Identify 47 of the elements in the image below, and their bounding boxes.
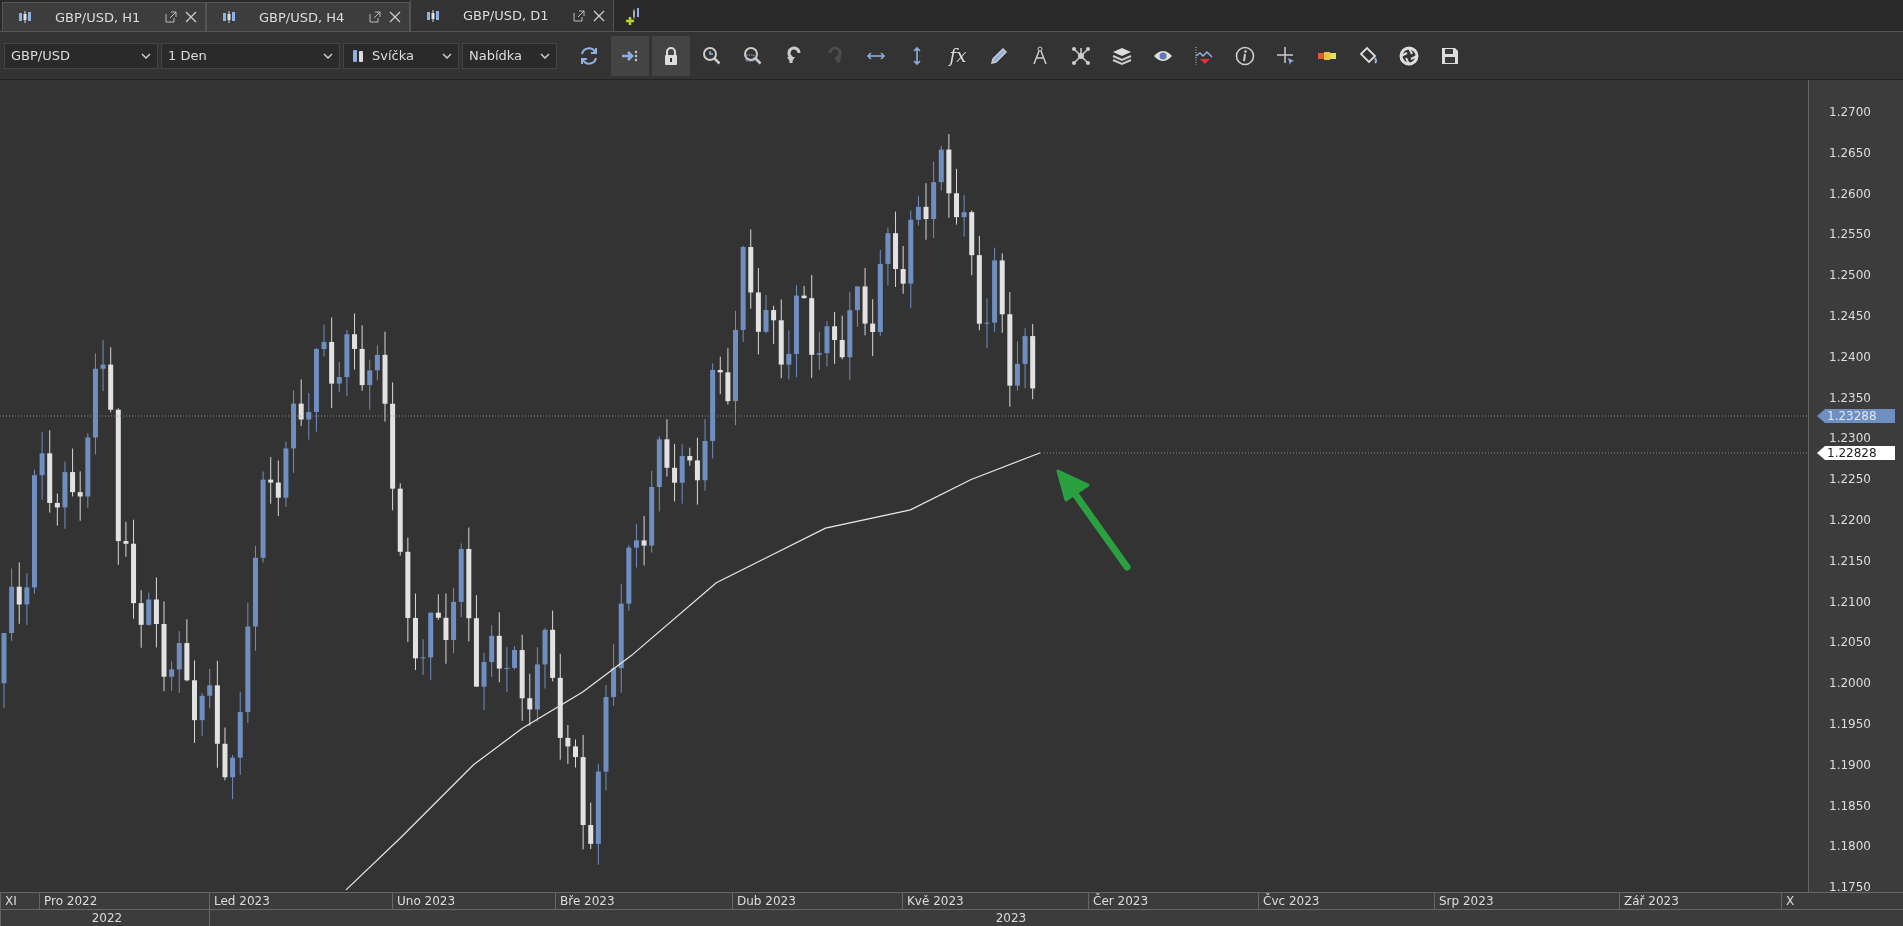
month-label: XI	[0, 893, 39, 909]
tab-label: GBP/USD, D1	[463, 8, 550, 23]
chart-tab[interactable]: GBP/USD, H1	[2, 2, 206, 31]
function-button[interactable]: fx	[939, 35, 977, 76]
chart-tab[interactable]: GBP/USD, H4	[206, 2, 410, 31]
month-label: Led 2023	[209, 893, 392, 909]
chart-type-dropdown[interactable]: Svíčka	[343, 42, 459, 69]
bid-price-label: 1.23288	[1817, 409, 1895, 423]
tab-label: GBP/USD, H4	[259, 9, 346, 25]
price-tick-label: 1.2650	[1829, 145, 1871, 160]
price-tick-label: 1.2000	[1829, 676, 1871, 691]
price-tick-label: 1.2450	[1829, 309, 1871, 323]
month-label: Pro 2022	[39, 893, 209, 909]
price-tick-label: 1.1850	[1829, 798, 1871, 813]
price-tick-label: 1.1900	[1829, 757, 1871, 772]
month-label: Kvě 2023	[902, 893, 1088, 909]
chart-tab[interactable]: GBP/USD, D1	[410, 0, 614, 31]
price-tick-label: 1.2300	[1829, 431, 1871, 446]
tab-label: GBP/USD, H1	[55, 9, 142, 25]
price-tick-label: 1.2700	[1829, 105, 1871, 119]
price-tick-label: 1.2150	[1829, 553, 1871, 568]
price-tick-label: 1.1750	[1829, 880, 1871, 895]
price-tick-label: 1.2050	[1829, 635, 1871, 650]
price-source-dropdown[interactable]: Nabídka	[462, 42, 557, 69]
timeframe-dropdown[interactable]: 1 Den	[161, 42, 340, 69]
price-tick-label: 1.2200	[1829, 513, 1871, 527]
month-label: Dub 2023	[732, 893, 902, 909]
month-label: Srp 2023	[1434, 893, 1619, 909]
price-tick-label: 1.2350	[1829, 390, 1871, 405]
month-label: Uno 2023	[392, 893, 555, 909]
price-tick-label: 1.2550	[1829, 227, 1871, 242]
month-label: Čer 2023	[1088, 893, 1258, 909]
price-tick-label: 1.2100	[1829, 594, 1871, 609]
price-tick-label: 1.1800	[1829, 839, 1871, 854]
symbol-dropdown[interactable]: GBP/USD	[4, 42, 158, 69]
price-tick-label: 1.2250	[1829, 472, 1871, 487]
price-tick-label: 1.2400	[1829, 349, 1871, 364]
price-tick-label: 1.1950	[1829, 717, 1871, 731]
year-label: 2022	[0, 910, 209, 926]
month-label: Bře 2023	[555, 893, 732, 909]
month-label: X	[1781, 893, 1808, 909]
price-tick-label: 1.2600	[1829, 186, 1871, 201]
average-price-label: 1.22828	[1817, 446, 1895, 460]
price-tick-label: 1.2500	[1829, 268, 1871, 283]
month-label: Čvc 2023	[1258, 893, 1434, 909]
month-label: Zář 2023	[1619, 893, 1781, 909]
year-label: 2023	[209, 910, 1808, 926]
